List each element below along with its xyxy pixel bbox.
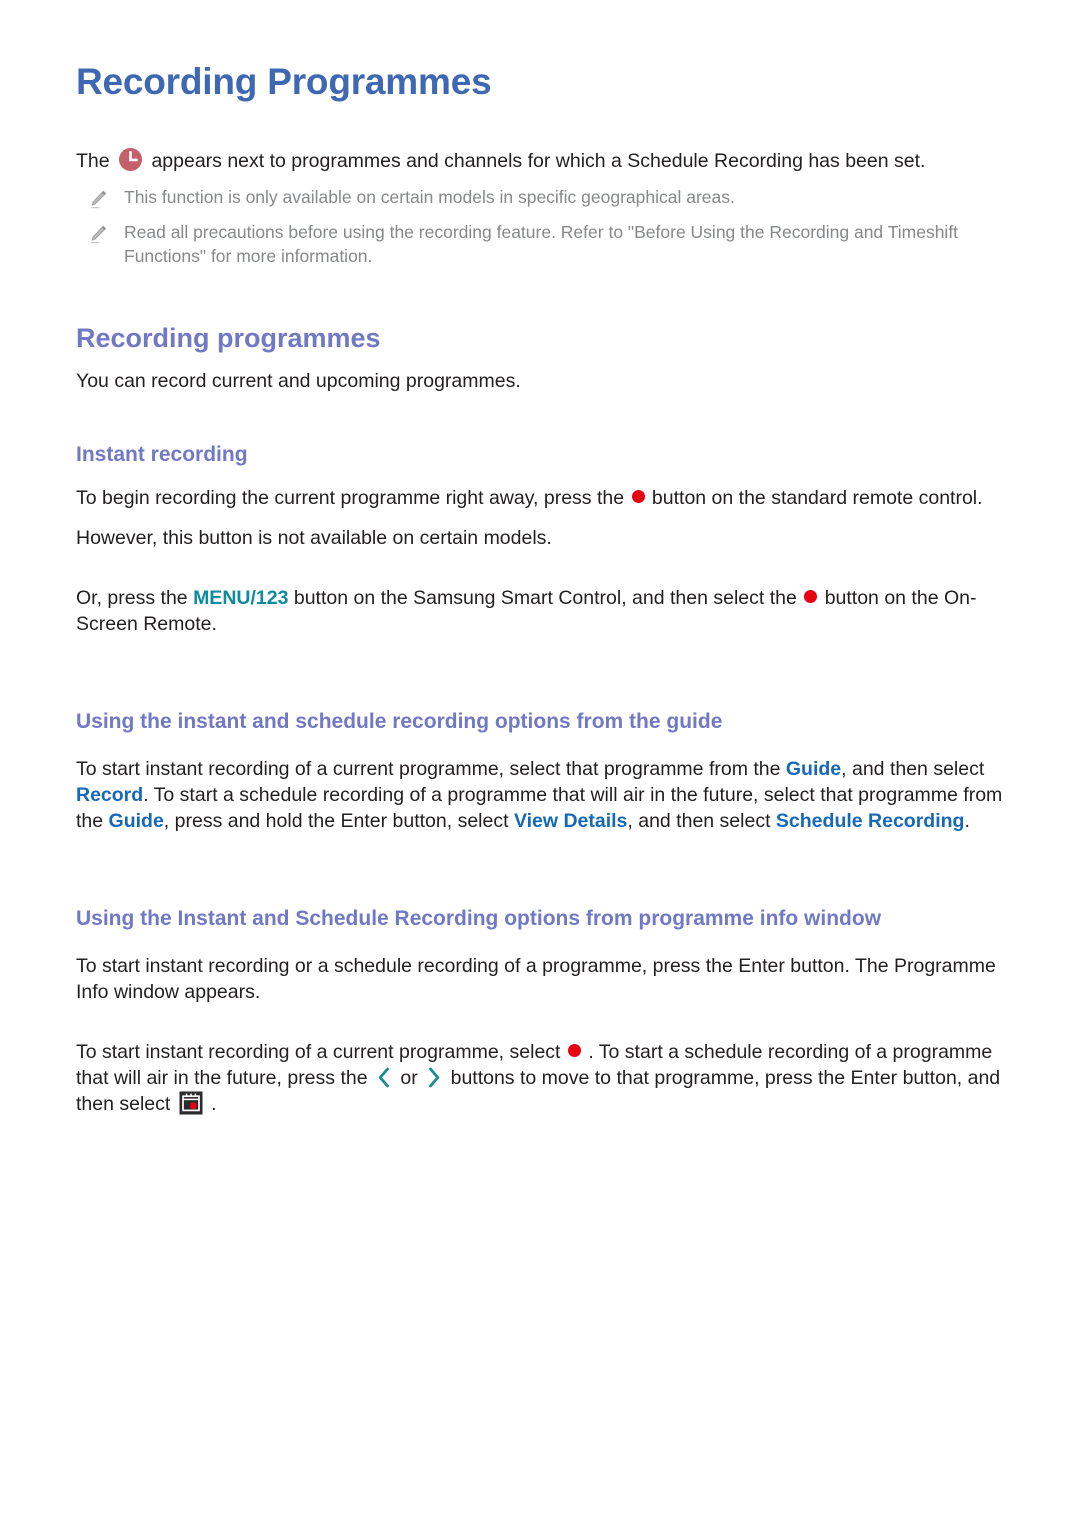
- schedule-clock-icon: [118, 147, 143, 172]
- intro-text-before: The: [76, 149, 110, 172]
- schedule-recording-calendar-icon: [179, 1091, 203, 1115]
- section-heading-recording-programmes: Recording programmes: [76, 322, 381, 353]
- record-dot-icon: [567, 1044, 581, 1058]
- info-window-paragraph-1: To start instant recording or a schedule…: [76, 955, 996, 1004]
- record-dot-icon: [804, 589, 818, 603]
- link-record[interactable]: Record: [76, 784, 143, 806]
- text-segment: Or, press the: [76, 586, 188, 609]
- subsection-heading-guide-options: Using the instant and schedule recording…: [76, 709, 723, 733]
- page-title: Recording Programmes: [76, 61, 492, 102]
- text-segment: button on the Samsung Smart Control, and…: [293, 586, 797, 609]
- note-item: Read all precautions before using the re…: [76, 220, 1008, 268]
- link-schedule-recording[interactable]: Schedule Recording: [776, 810, 965, 832]
- intro-paragraph: The appears next to programmes and chann…: [76, 147, 1008, 175]
- guide-options-paragraph: To start instant recording of a current …: [76, 756, 1006, 834]
- subsection-heading-instant-recording: Instant recording: [76, 442, 248, 466]
- link-guide[interactable]: Guide: [109, 810, 164, 832]
- text-segment: .: [964, 810, 970, 833]
- text-segment: button on the standard remote control.: [651, 486, 983, 509]
- subsection-heading-info-window: Using the Instant and Schedule Recording…: [76, 907, 882, 931]
- intro-text-after: appears next to programmes and channels …: [151, 149, 926, 172]
- text-segment: or: [400, 1067, 418, 1090]
- chevron-right-icon: [427, 1067, 441, 1088]
- key-menu123[interactable]: MENU/123: [193, 587, 288, 609]
- note-text: Read all precautions before using the re…: [124, 221, 959, 266]
- record-dot-icon: [631, 489, 645, 503]
- text-segment: .: [211, 1093, 217, 1116]
- instant-recording-paragraph-1: To begin recording the current programme…: [76, 485, 1006, 511]
- link-guide[interactable]: Guide: [786, 758, 841, 780]
- text-segment: , press and hold the Enter button, selec…: [163, 810, 509, 833]
- text-segment: , and then select: [841, 758, 985, 781]
- text-segment: , and then select: [627, 810, 771, 833]
- pencil-note-icon: [88, 224, 108, 246]
- instant-recording-paragraph-2: However, this button is not available on…: [76, 526, 552, 549]
- note-item: This function is only available on certa…: [76, 185, 1008, 211]
- text-segment: To start instant recording of a current …: [76, 758, 781, 781]
- chevron-left-icon: [377, 1067, 391, 1088]
- text-segment: To start instant recording of a current …: [76, 1041, 561, 1064]
- pencil-note-icon: [88, 189, 108, 211]
- note-text: This function is only available on certa…: [124, 186, 735, 207]
- document-page: Recording Programmes The appears next to…: [0, 0, 1080, 1527]
- instant-recording-paragraph-3: Or, press the MENU/123 button on the Sam…: [76, 585, 1006, 637]
- link-view-details[interactable]: View Details: [514, 810, 627, 832]
- section-body-recording-programmes: You can record current and upcoming prog…: [76, 369, 521, 392]
- text-segment: To begin recording the current programme…: [76, 486, 625, 509]
- info-window-paragraph-2: To start instant recording of a current …: [76, 1039, 1006, 1117]
